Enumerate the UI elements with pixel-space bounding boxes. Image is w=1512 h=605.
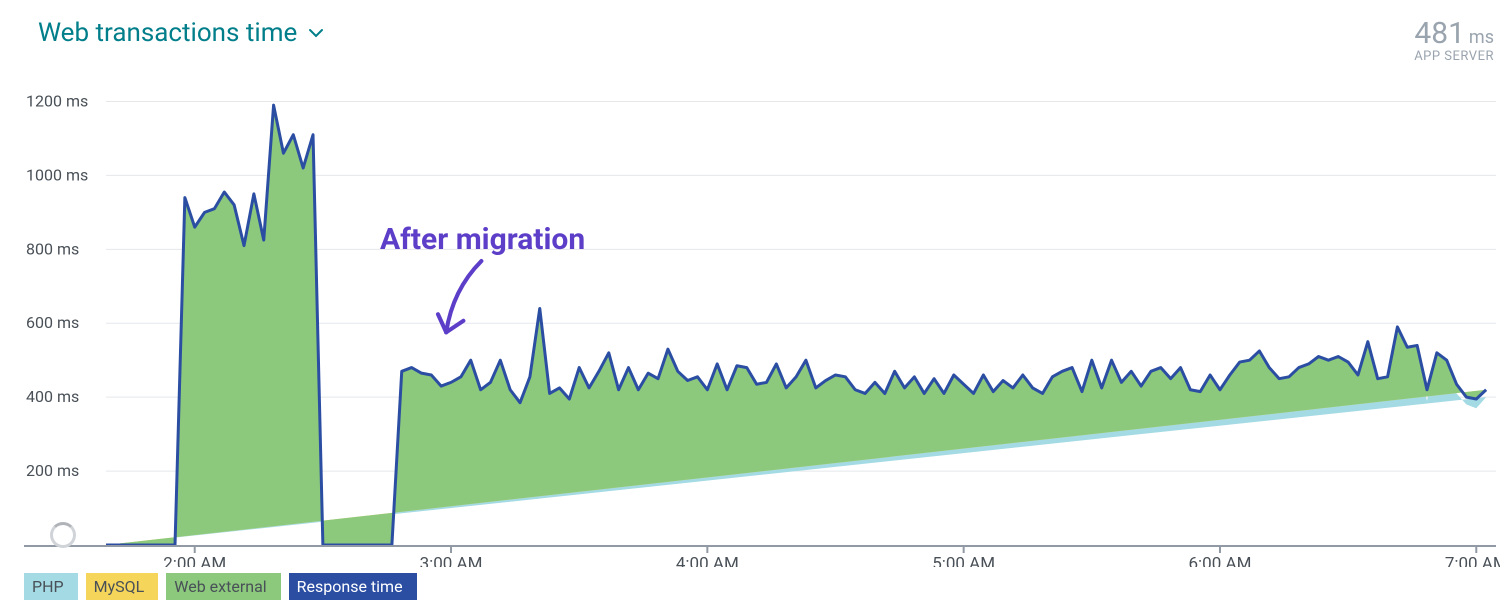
legend: PHP MySQL Web external Response time	[10, 573, 1502, 600]
legend-item-web-external[interactable]: Web external	[166, 573, 280, 600]
svg-text:4:00 AM: 4:00 AM	[676, 554, 739, 567]
summary-unit: ms	[1469, 27, 1494, 48]
svg-text:400 ms: 400 ms	[26, 387, 79, 406]
svg-text:800 ms: 800 ms	[26, 239, 79, 258]
svg-text:5:00 AM: 5:00 AM	[932, 554, 995, 567]
svg-text:200 ms: 200 ms	[26, 461, 79, 480]
chart-svg: 200 ms 400 ms 600 ms 800 ms 1000 ms 1200 ms 2:…	[10, 67, 1500, 567]
chart-title: Web transactions time	[38, 18, 297, 48]
summary-label: APP SERVER	[1414, 50, 1494, 64]
svg-text:1200 ms: 1200 ms	[26, 92, 88, 111]
chart-title-dropdown[interactable]: Web transactions time	[38, 18, 323, 48]
legend-item-php[interactable]: PHP	[24, 573, 78, 600]
chart-plot-area[interactable]: 200 ms 400 ms 600 ms 800 ms 1000 ms 1200 ms 2:…	[10, 67, 1502, 567]
svg-text:7:00 AM: 7:00 AM	[1445, 554, 1500, 567]
svg-text:600 ms: 600 ms	[26, 313, 79, 332]
legend-item-mysql[interactable]: MySQL	[86, 573, 159, 600]
loading-spinner-icon	[50, 522, 76, 548]
svg-text:2:00 AM: 2:00 AM	[163, 554, 226, 567]
svg-text:1000 ms: 1000 ms	[26, 166, 88, 185]
summary-stat: 481 ms APP SERVER	[1414, 18, 1494, 63]
legend-item-response-time[interactable]: Response time	[289, 573, 417, 600]
summary-value: 481	[1414, 16, 1465, 51]
svg-text:3:00 AM: 3:00 AM	[420, 554, 483, 567]
svg-text:6:00 AM: 6:00 AM	[1189, 554, 1252, 567]
chevron-down-icon	[309, 28, 323, 38]
